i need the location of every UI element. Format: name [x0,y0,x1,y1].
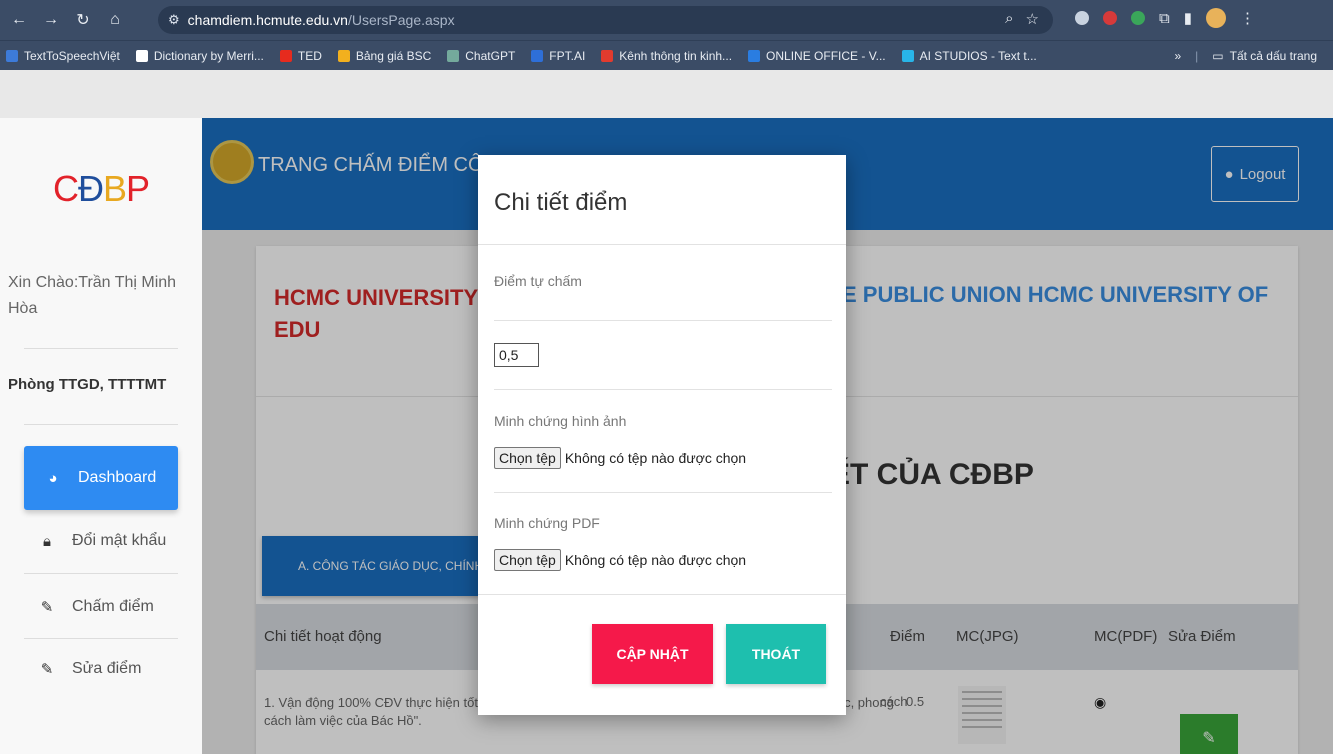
sidebar-item-label: Sửa điểm [72,660,142,677]
reload-icon[interactable]: ↻ [70,7,96,33]
bookmark-favicon-icon [135,49,148,62]
bookmarks-divider: | [1195,49,1199,63]
bookmark-item[interactable]: Kênh thông tin kinh... [601,49,732,63]
lock-icon: 🔒︎ [43,532,51,550]
bookmark-favicon-icon [901,49,914,62]
pdf-file-status: Không có tệp nào được chọn [564,552,747,568]
folder-icon: ▭ [1212,49,1224,63]
choose-pdf-file-button[interactable]: Chọn tệp [494,549,561,571]
self-score-input[interactable] [494,343,539,367]
url-path: /UsersPage.aspx [347,12,455,28]
menu-kebab-icon[interactable]: ⋮ [1240,9,1255,27]
edit-icon: ✎ [40,599,54,616]
bookmark-label: ChatGPT [465,48,516,63]
sidebar-item-label: Dashboard [78,469,157,486]
bookmark-favicon-icon [337,49,350,62]
sidebar-item-label: Chấm điểm [72,598,154,615]
cdbp-logo: CĐBP [0,168,202,210]
field-divider [494,492,832,493]
sidebar-item-change-password[interactable]: 🔒︎ Đổi mật khẩu [24,532,178,550]
image-evidence-label: Minh chứng hình ảnh [494,413,627,429]
bookmark-label: Bảng giá BSC [355,48,432,63]
field-divider [494,320,832,321]
sidebar-item-grading[interactable]: ✎ Chấm điểm [24,598,178,616]
bookmark-item[interactable]: FPT.AI [531,49,585,63]
bookmark-item[interactable]: TED [279,48,322,63]
bookmark-item[interactable]: Dictionary by Merri... [135,48,264,63]
pdf-evidence-label: Minh chứng PDF [494,515,600,531]
extension-red-icon[interactable] [1103,11,1117,25]
modal-footer-divider [478,594,846,595]
pdf-file-input[interactable]: Chọn tệp Không có tệp nào được chọn [494,549,746,571]
field-divider [494,389,832,390]
bookmark-favicon-icon [748,49,761,62]
url-host: chamdiem.hcmute.edu.vn [187,12,348,28]
site-info-icon[interactable]: ⚙ [168,12,180,28]
bookmark-favicon-icon [6,49,18,62]
back-icon[interactable]: ← [6,7,32,33]
update-button[interactable]: CẬP NHẬT [592,624,713,684]
home-icon[interactable]: ⌂ [102,7,128,33]
sidebar-item-dashboard[interactable]: ◕ Dashboard [24,446,178,510]
bookmark-label: AI STUDIOS - Text t... [919,48,1037,63]
modal-title: Chi tiết điểm [494,189,628,216]
bookmark-label: FPT.AI [549,48,586,63]
zoom-icon[interactable]: ⌕ [1005,10,1013,28]
logo-letter: P [126,168,150,209]
sidebar-item-edit-score[interactable]: ✎ Sửa điểm [24,660,178,678]
bookmark-item[interactable]: ONLINE OFFICE - V... [748,49,886,63]
self-score-label: Điểm tự chấm [494,273,582,289]
sidebar-divider [24,348,178,349]
sidebar-item-label: Đổi mật khẩu [72,532,167,549]
bookmark-favicon-icon [447,49,460,62]
logo-letter: Đ [77,168,104,209]
bookmark-label: Dictionary by Merri... [153,48,264,63]
bookmark-label: Kênh thông tin kinh... [619,48,733,63]
modal-header-divider [478,244,846,245]
extension-green-icon[interactable] [1131,11,1145,25]
more-bookmarks-icon[interactable]: » [1174,49,1181,63]
pie-chart-icon: ◕ [48,469,58,487]
sidebar-divider [24,638,178,639]
star-icon[interactable]: ☆ [1026,10,1039,28]
sidebar: CĐBP Xin Chào:Trần Thị Minh Hòa Phòng TT… [0,118,202,754]
bookmark-item[interactable]: Bảng giá BSC [337,48,432,63]
bookmark-label: ONLINE OFFICE - V... [766,48,886,63]
url-bar[interactable]: ⚙ chamdiem.hcmute.edu.vn/UsersPage.aspx … [158,6,1053,34]
profile-avatar-icon[interactable] [1205,8,1226,28]
user-greeting: Xin Chào:Trần Thị Minh Hòa [8,274,177,317]
bookmark-favicon-icon [601,49,614,62]
side-panel-icon[interactable]: ▮ [1184,9,1192,27]
score-detail-modal: Chi tiết điểm Điểm tự chấm Minh chứng hì… [478,155,846,715]
forward-icon[interactable]: → [38,7,64,33]
image-file-status: Không có tệp nào được chọn [564,450,747,466]
bookmark-item[interactable]: ChatGPT [447,49,515,63]
bookmark-favicon-icon [531,49,544,62]
bookmark-item[interactable]: AI STUDIOS - Text t... [901,48,1037,63]
sidebar-divider [24,424,178,425]
edit-icon: ✎ [40,661,54,678]
all-bookmarks-label: Tất cả dấu trang [1229,49,1317,63]
image-file-input[interactable]: Chọn tệp Không có tệp nào được chọn [494,447,746,469]
exit-button[interactable]: THOÁT [726,624,826,684]
bookmark-label: TED [297,48,322,63]
logo-letter: B [102,168,127,209]
choose-image-file-button[interactable]: Chọn tệp [494,447,561,469]
bookmarks-bar: TextToSpeechViệt Dictionary by Merri... TE… [0,40,1333,70]
user-department: Phòng TTGD, TTTTMT [8,376,167,393]
extensions-puzzle-icon[interactable]: ⧉ [1159,10,1170,27]
browser-toolbar: ← → ↻ ⌂ ⚙ chamdiem.hcmute.edu.vn/UsersPa… [0,0,1333,40]
all-bookmarks-folder[interactable]: ▭ Tất cả dấu trang [1212,49,1317,63]
extension-shield-icon[interactable] [1075,11,1089,25]
bookmark-favicon-icon [279,49,292,62]
sidebar-divider [24,573,178,574]
logo-letter: C [52,168,79,209]
bookmark-item[interactable]: TextToSpeechViệt [6,49,120,63]
bookmark-label: TextToSpeechViệt [24,48,120,63]
